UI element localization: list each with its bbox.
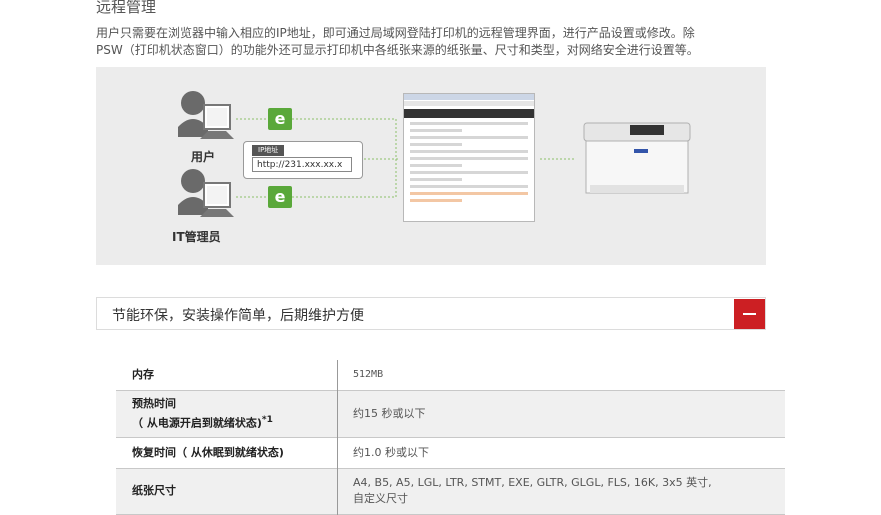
spec-value: 512MB [353,368,384,380]
collapse-button[interactable] [734,299,765,329]
remote-management-diagram: 用户 IT管理员 e e IP地址 http://231.xxx.xx.x [96,67,766,265]
remote-ui-screenshot [403,93,535,222]
spec-label: 预热时间 （ 从电源开启到就绪状态)*1 [116,390,338,437]
table-row: 恢复时间（ 从休眠到就绪状态) 约1.0 秒或以下 [116,437,785,468]
spec-label: 内存 [116,360,338,390]
spec-label: 恢复时间（ 从休眠到就绪状态) [116,437,338,468]
spec-value: 约1.0 秒或以下 [353,445,429,459]
intro-line-2: PSW（打印机状态窗口）的功能外还可显示打印机中各纸张来源的纸张量、尺寸和类型，… [96,43,699,57]
spec-value-line2: 自定义尺寸 [353,492,408,505]
accordion-title: 节能环保，安装操作简单，后期维护方便 [112,308,364,324]
table-row: 纸张尺寸 A4, B5, A5, LGL, LTR, STMT, EXE, GL… [116,468,785,514]
spec-value: A4, B5, A5, LGL, LTR, STMT, EXE, GLTR, G… [338,468,786,514]
user-label: 用户 [191,150,216,164]
spec-table: 内存 512MB 预热时间 （ 从电源开启到就绪状态)*1 约15 秒或以下 恢… [116,360,785,515]
spec-label-text: （ 从电源开启到就绪状态) [132,416,262,430]
accordion-header[interactable]: 节能环保，安装操作简单，后期维护方便 [96,297,766,330]
intro-line-1: 用户只需要在浏览器中输入相应的IP地址，即可通过局域网登陆打印机的远程管理界面，… [96,26,695,40]
printer-image [583,122,691,194]
spec-label-line1: 预热时间 [132,396,176,410]
ip-tag: IP地址 [252,145,285,156]
intro-paragraph: 用户只需要在浏览器中输入相应的IP地址，即可通过局域网登陆打印机的远程管理界面，… [96,25,776,59]
ip-address-callout: IP地址 http://231.xxx.xx.x [243,141,363,179]
admin-label: IT管理员 [172,230,221,244]
spec-label: 纸张尺寸 [116,468,338,514]
section-title: 远程管理 [96,0,157,16]
user-figure-icon [178,91,234,139]
spec-value-line1: A4, B5, A5, LGL, LTR, STMT, EXE, GLTR, G… [353,476,712,489]
footnote-marker: *1 [261,414,273,425]
ip-address-field: http://231.xxx.xx.x [252,157,352,172]
admin-figure-icon [178,169,234,217]
ie-browser-icon: e [268,186,292,208]
table-row: 预热时间 （ 从电源开启到就绪状态)*1 约15 秒或以下 [116,390,785,437]
minus-icon [743,313,756,315]
ie-browser-icon: e [268,108,292,130]
spec-label-line2: （ 从电源开启到就绪状态)*1 [132,412,337,432]
table-row: 内存 512MB [116,360,785,390]
spec-value: 约15 秒或以下 [353,406,426,420]
